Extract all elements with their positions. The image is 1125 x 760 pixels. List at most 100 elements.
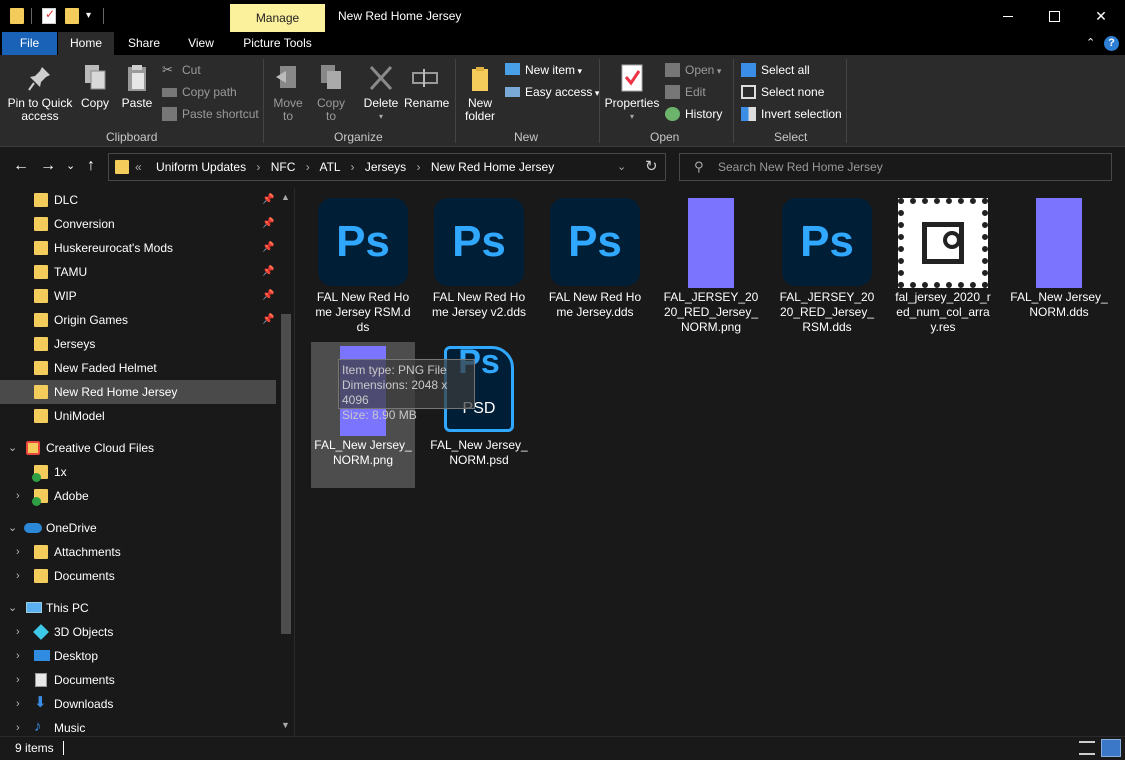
recent-locations-icon[interactable]: ⌄ xyxy=(66,159,75,172)
properties-dropdown-icon[interactable]: ▾ xyxy=(604,110,660,123)
minimize-button[interactable] xyxy=(985,0,1031,32)
pin-to-quick-access-button[interactable]: Pin to Quick access xyxy=(4,59,76,123)
breadcrumb-item[interactable]: New Red Home Jersey xyxy=(431,160,554,174)
nav-item-new-red-home-jersey[interactable]: New Red Home Jersey xyxy=(0,380,276,404)
help-icon[interactable]: ? xyxy=(1104,36,1119,51)
new-folder-quick-icon[interactable] xyxy=(65,8,79,24)
tab-view[interactable]: View xyxy=(176,32,226,55)
close-button[interactable]: ✕ xyxy=(1078,0,1124,32)
search-box[interactable]: ⚲ xyxy=(679,153,1112,181)
chevron-right-icon[interactable]: › xyxy=(16,692,20,716)
customize-quick-access-icon[interactable]: ▾ xyxy=(86,10,91,21)
pin-icon[interactable]: 📌 xyxy=(262,212,274,236)
nav-item-tamu[interactable]: TAMU 📌 xyxy=(0,260,276,284)
tab-file[interactable]: File xyxy=(2,32,57,55)
nav-item-this-pc[interactable]: ⌄ This PC xyxy=(0,596,276,620)
file-item[interactable]: fal_jersey_2020_red_num_col_array.res xyxy=(891,188,995,335)
address-dropdown-icon[interactable]: ⌄ xyxy=(617,160,626,173)
new-item-button[interactable]: New item ▾ xyxy=(505,61,582,79)
chevron-right-icon[interactable]: › xyxy=(16,716,20,736)
file-item[interactable]: Ps FAL New Red Home Jersey.dds xyxy=(543,188,647,320)
nav-item-3d-objects[interactable]: › 3D Objects xyxy=(0,620,276,644)
nav-item-conversion[interactable]: Conversion 📌 xyxy=(0,212,276,236)
refresh-icon[interactable]: ↻ xyxy=(645,157,658,175)
chevron-down-icon[interactable]: ⌄ xyxy=(8,516,17,540)
pane-divider[interactable] xyxy=(294,188,295,736)
open-button[interactable]: Open ▾ xyxy=(665,61,721,79)
large-icons-view-icon[interactable] xyxy=(1101,739,1121,757)
nav-item-documents[interactable]: › Documents xyxy=(0,668,276,692)
pin-icon[interactable]: 📌 xyxy=(262,260,274,284)
breadcrumb-item[interactable]: NFC xyxy=(271,160,296,174)
delete-dropdown-icon[interactable]: ▾ xyxy=(360,110,402,123)
chevron-right-icon[interactable]: › xyxy=(16,668,20,692)
tab-picture-tools[interactable]: Picture Tools xyxy=(230,32,325,55)
breadcrumb-overflow[interactable]: « xyxy=(135,160,142,174)
nav-item-jerseys[interactable]: Jerseys xyxy=(0,332,276,356)
properties-button[interactable]: Properties ▾ xyxy=(604,59,660,123)
chevron-right-icon[interactable]: › xyxy=(16,540,20,564)
scroll-up-icon[interactable]: ▲ xyxy=(281,192,290,202)
file-item[interactable]: Ps FAL_JERSEY_2020_RED_Jersey_RSM.dds xyxy=(775,188,879,335)
tab-home[interactable]: Home xyxy=(58,32,114,55)
breadcrumb-item[interactable]: Jerseys xyxy=(365,160,406,174)
paste-button[interactable]: Paste xyxy=(116,59,158,110)
pin-icon[interactable]: 📌 xyxy=(262,188,274,212)
select-all-button[interactable]: Select all xyxy=(741,61,810,79)
maximize-button[interactable] xyxy=(1031,0,1077,32)
nav-item-new-faded-helmet[interactable]: New Faded Helmet xyxy=(0,356,276,380)
properties-quick-icon[interactable] xyxy=(42,7,56,24)
chevron-right-icon[interactable]: › xyxy=(417,160,421,174)
file-item[interactable]: FAL_JERSEY_2020_RED_Jersey_NORM.png xyxy=(659,188,763,335)
up-button[interactable]: ↑ xyxy=(87,157,95,175)
invert-selection-button[interactable]: Invert selection xyxy=(741,105,842,123)
nav-item-dlc[interactable]: DLC 📌 xyxy=(0,188,276,212)
paste-shortcut-button[interactable]: Paste shortcut xyxy=(162,105,259,123)
file-item[interactable]: FAL_New Jersey_NORM.dds xyxy=(1007,188,1111,320)
nav-item-1x[interactable]: 1x xyxy=(0,460,276,484)
nav-item-music[interactable]: › ♪ Music xyxy=(0,716,276,736)
select-none-button[interactable]: Select none xyxy=(741,83,824,101)
nav-item-origin-games[interactable]: Origin Games 📌 xyxy=(0,308,276,332)
minimize-ribbon-icon[interactable]: ⌃ xyxy=(1086,32,1095,54)
chevron-right-icon[interactable]: › xyxy=(256,160,260,174)
nav-scrollbar[interactable]: ▲ ▼ xyxy=(277,188,294,736)
delete-button[interactable]: Delete ▾ xyxy=(360,59,402,123)
file-item[interactable]: Ps FAL New Red Home Jersey v2.dds xyxy=(427,188,531,320)
file-item[interactable]: Ps FAL New Red Home Jersey RSM.dds xyxy=(311,188,415,335)
pin-icon[interactable]: 📌 xyxy=(262,308,274,332)
copy-button[interactable]: Copy xyxy=(76,59,114,110)
chevron-right-icon[interactable]: › xyxy=(306,160,310,174)
chevron-right-icon[interactable]: › xyxy=(16,484,20,508)
search-input[interactable] xyxy=(718,158,1098,176)
tab-share[interactable]: Share xyxy=(118,32,170,55)
nav-item-wip[interactable]: WIP 📌 xyxy=(0,284,276,308)
chevron-right-icon[interactable]: › xyxy=(16,564,20,588)
tab-manage[interactable]: Manage xyxy=(230,4,325,32)
history-button[interactable]: History xyxy=(665,105,722,123)
breadcrumb-item[interactable]: Uniform Updates xyxy=(156,160,246,174)
chevron-down-icon[interactable]: ⌄ xyxy=(8,436,17,460)
nav-item-unimodel[interactable]: UniModel xyxy=(0,404,276,428)
address-bar[interactable]: « Uniform Updates › NFC › ATL › Jerseys … xyxy=(108,153,666,181)
copy-to-button[interactable]: Copy to xyxy=(312,59,350,123)
chevron-right-icon[interactable]: › xyxy=(16,620,20,644)
nav-item-onedrive-documents[interactable]: › Documents xyxy=(0,564,276,588)
scrollbar-thumb[interactable] xyxy=(281,314,291,634)
nav-item-attachments[interactable]: › Attachments xyxy=(0,540,276,564)
edit-button[interactable]: Edit xyxy=(665,83,706,101)
nav-item-onedrive[interactable]: ⌄ OneDrive xyxy=(0,516,276,540)
chevron-right-icon[interactable]: › xyxy=(16,644,20,668)
move-to-button[interactable]: Move to xyxy=(268,59,308,123)
nav-item-downloads[interactable]: › ⬇ Downloads xyxy=(0,692,276,716)
chevron-down-icon[interactable]: ⌄ xyxy=(8,596,17,620)
details-view-icon[interactable] xyxy=(1079,741,1095,755)
forward-button[interactable]: → xyxy=(40,157,56,175)
cut-button[interactable]: ✂ Cut xyxy=(162,61,201,79)
easy-access-button[interactable]: Easy access ▾ xyxy=(505,83,599,101)
pin-icon[interactable]: 📌 xyxy=(262,236,274,260)
back-button[interactable]: ← xyxy=(13,157,29,175)
nav-item-adobe[interactable]: › Adobe xyxy=(0,484,276,508)
scroll-down-icon[interactable]: ▼ xyxy=(281,720,290,730)
nav-item-huskereurocat[interactable]: Huskereurocat's Mods 📌 xyxy=(0,236,276,260)
